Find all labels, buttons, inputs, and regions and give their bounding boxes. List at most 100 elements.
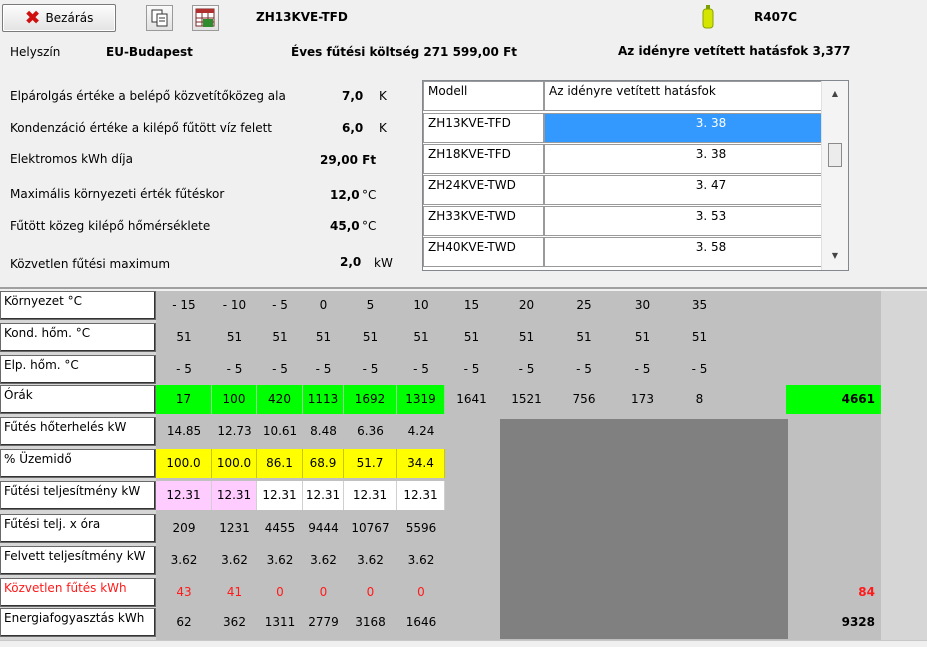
grid-cell: 173 xyxy=(631,392,654,406)
grid-cell: 3.62 xyxy=(221,553,248,567)
grid-cell: 51 xyxy=(226,330,243,344)
close-button-label: Bezárás xyxy=(45,11,94,25)
row-header: Fűtési teljesítmény kW xyxy=(0,481,156,510)
row-header: Energiafogyasztás kWh xyxy=(0,608,156,637)
close-button[interactable]: ✖ Bezárás xyxy=(2,4,116,32)
grid-cell: - 5 xyxy=(362,362,379,376)
list-item[interactable]: ZH18KVE-TFD 3. 38 xyxy=(423,144,822,175)
param-unit: K xyxy=(379,121,387,135)
annual-heating-cost: Éves fűtési költség 271 599,00 Ft xyxy=(291,45,517,59)
row-header: Elp. hőm. °C xyxy=(0,355,156,384)
param-label: Maximális környezeti érték fűtéskor xyxy=(10,187,225,201)
grid-cell: 51 xyxy=(272,330,288,344)
list-item[interactable]: ZH24KVE-TWD 3. 47 xyxy=(423,175,822,206)
param-unit: kW xyxy=(374,256,393,270)
grid-cell: - 5 xyxy=(691,362,708,376)
grid-cell: - 15 xyxy=(172,298,196,312)
model-title: ZH13KVE-TFD xyxy=(256,10,348,24)
model-name: ZH33KVE-TWD xyxy=(423,206,544,236)
param-value[interactable]: 45,0 xyxy=(330,219,360,233)
grid-cell: 1692 xyxy=(344,385,397,414)
grid-cell: 41 xyxy=(226,585,243,599)
grid-cell: 51 xyxy=(413,330,429,344)
row-header: % Üzemidő xyxy=(0,449,156,478)
grid-cell: 100 xyxy=(212,385,257,414)
grid-cell: 51 xyxy=(176,330,192,344)
list-item[interactable]: ZH13KVE-TFD 3. 38 xyxy=(423,113,822,144)
grid-cell: 8 xyxy=(695,392,704,406)
inactive-cells xyxy=(500,419,789,640)
export-spreadsheet-button[interactable] xyxy=(192,5,219,31)
list-item[interactable]: ZH40KVE-TWD 3. 58 xyxy=(423,237,822,268)
param-value[interactable]: 6,0 xyxy=(342,121,363,135)
model-list-scrollbar[interactable]: ▲ ▼ xyxy=(821,81,848,270)
list-item[interactable]: ZH33KVE-TWD 3. 53 xyxy=(423,206,822,237)
model-efficiency: 3. 53 xyxy=(544,206,822,236)
grid-cell: - 5 xyxy=(518,362,535,376)
model-name: ZH13KVE-TFD xyxy=(423,113,544,143)
grid-cell: 3.62 xyxy=(266,553,294,567)
copy-button[interactable] xyxy=(146,5,173,31)
grid-cell: 10 xyxy=(413,298,429,312)
model-name: ZH24KVE-TWD xyxy=(423,175,544,205)
param-label: Elektromos kWh díja xyxy=(10,152,133,166)
grid-cell: - 5 xyxy=(272,362,288,376)
model-list[interactable]: Modell Az idényre vetített hatásfok ZH13… xyxy=(422,80,849,271)
grid-cell: - 5 xyxy=(463,362,480,376)
model-list-header: Modell Az idényre vetített hatásfok xyxy=(423,81,822,112)
grid-cell: - 10 xyxy=(222,298,247,312)
model-efficiency: 3. 38 xyxy=(544,144,822,174)
row-header: Közvetlen fűtés kWh xyxy=(0,578,156,607)
grid-cell: 3168 xyxy=(355,615,386,629)
param-value[interactable]: 2,0 xyxy=(340,255,361,269)
scroll-down-icon[interactable]: ▼ xyxy=(822,251,848,260)
param-value[interactable]: 7,0 xyxy=(342,89,363,103)
grid-cell: 86.1 xyxy=(257,449,303,478)
section-divider xyxy=(0,287,927,289)
grid-cell: 10767 xyxy=(351,521,390,535)
grid-cell: - 5 xyxy=(176,362,192,376)
grid-cell: 30 xyxy=(634,298,651,312)
grid-cell: 12.31 xyxy=(212,481,257,510)
column-header-efficiency[interactable]: Az idényre vetített hatásfok xyxy=(544,81,822,111)
grid-cell: 3.62 xyxy=(357,553,384,567)
grid-cell: 51 xyxy=(576,330,592,344)
grid-cell: 51 xyxy=(315,330,332,344)
grid-cell: 12.31 xyxy=(303,481,344,510)
seasonal-efficiency: Az idényre vetített hatásfok 3,377 xyxy=(618,44,851,58)
grid-cell: 3.62 xyxy=(407,553,435,567)
grid-cell: 3.62 xyxy=(310,553,337,567)
grid-cell: 420 xyxy=(257,385,303,414)
copy-icon xyxy=(151,9,168,27)
grid-cell: 4.24 xyxy=(407,424,435,438)
row-header: Környezet °C xyxy=(0,291,156,320)
row-header: Fűtés hőterhelés kW xyxy=(0,417,156,446)
scrollbar-thumb[interactable] xyxy=(828,143,842,167)
grid-cell: - 5 xyxy=(226,362,243,376)
grid-cell: 34.4 xyxy=(397,449,445,478)
scroll-up-icon[interactable]: ▲ xyxy=(822,89,848,98)
grid-cell: 12.31 xyxy=(257,481,303,510)
location-value: EU-Budapest xyxy=(106,45,193,59)
model-efficiency: 3. 38 xyxy=(544,113,822,143)
param-label: Közvetlen fűtési maximum xyxy=(10,257,171,271)
column-header-model[interactable]: Modell xyxy=(423,81,544,111)
grid-cell: 68.9 xyxy=(303,449,344,478)
grid-cell: 43 xyxy=(176,585,192,599)
grid-cell: 1231 xyxy=(219,521,250,535)
grid-cell: 0 xyxy=(417,585,425,599)
param-value[interactable]: 29,00 Ft xyxy=(320,153,376,167)
grid-cell: 51 xyxy=(691,330,708,344)
grid-cell: 0 xyxy=(276,585,284,599)
grid-cell: 35 xyxy=(691,298,708,312)
model-efficiency: 3. 47 xyxy=(544,175,822,205)
grid-cell: 1311 xyxy=(264,615,296,629)
grid-cell: - 5 xyxy=(413,362,429,376)
model-name: ZH18KVE-TFD xyxy=(423,144,544,174)
row-header: Fűtési telj. x óra xyxy=(0,514,156,543)
grid-cell: - 5 xyxy=(576,362,592,376)
grid-cell: 12.31 xyxy=(344,481,397,510)
param-unit: °C xyxy=(362,219,377,233)
param-value[interactable]: 12,0 xyxy=(330,188,360,202)
grid-cell: 1113 xyxy=(303,385,344,414)
